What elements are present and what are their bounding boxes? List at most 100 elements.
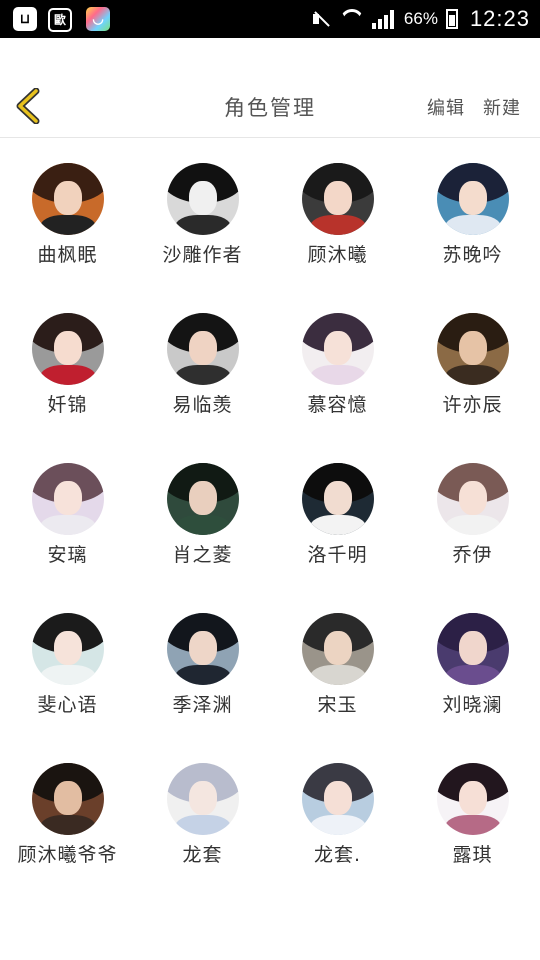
avatar-face	[458, 331, 487, 365]
character-item[interactable]: 顾沐曦爷爷	[0, 738, 135, 888]
clock: 12:23	[469, 6, 530, 31]
avatar-body	[174, 665, 231, 685]
character-item[interactable]: 宋玉	[270, 588, 405, 738]
character-item[interactable]: 安璃	[0, 438, 135, 588]
avatar-face	[53, 781, 82, 815]
character-item[interactable]: 慕容憶	[270, 288, 405, 438]
character-name: 易临羡	[172, 394, 233, 416]
character-avatar[interactable]	[166, 463, 239, 535]
app-store-icon: ◡	[86, 7, 110, 31]
signal-icon	[371, 9, 396, 29]
app-notification-icon: 歐	[48, 8, 72, 32]
character-avatar[interactable]	[166, 613, 239, 685]
battery-icon	[445, 9, 458, 29]
avatar-body	[309, 665, 366, 685]
character-avatar[interactable]	[436, 313, 509, 385]
edit-button[interactable]: 编辑	[427, 94, 465, 120]
avatar-face	[53, 631, 82, 665]
avatar-body	[309, 215, 366, 235]
character-avatar[interactable]	[301, 163, 374, 235]
character-name: 斐心语	[37, 694, 98, 716]
character-item[interactable]: 奷锦	[0, 288, 135, 438]
avatar-face	[188, 481, 217, 515]
avatar-body	[39, 365, 96, 385]
character-avatar[interactable]	[301, 463, 374, 535]
character-item[interactable]: 乔伊	[405, 438, 540, 588]
avatar-body	[444, 515, 501, 535]
character-name: 慕容憶	[307, 394, 368, 416]
character-avatar[interactable]	[166, 763, 239, 835]
character-name: 苏晚吟	[442, 244, 503, 266]
avatar-face	[458, 481, 487, 515]
avatar-body	[309, 515, 366, 535]
character-name: 龙套.	[313, 844, 362, 866]
app-header: 角色管理 编辑 新建	[0, 38, 540, 138]
avatar-face	[323, 481, 352, 515]
character-avatar[interactable]	[166, 313, 239, 385]
character-name: 龙套	[182, 844, 223, 866]
avatar-face	[53, 331, 82, 365]
avatar-face	[53, 481, 82, 515]
avatar-body	[39, 815, 96, 835]
avatar-body	[444, 815, 501, 835]
character-item[interactable]: 斐心语	[0, 588, 135, 738]
avatar-face	[323, 181, 352, 215]
character-avatar[interactable]	[436, 613, 509, 685]
battery-percent: 66%	[403, 9, 438, 28]
character-avatar[interactable]	[31, 313, 104, 385]
character-avatar[interactable]	[301, 763, 374, 835]
character-name: 洛千明	[307, 544, 368, 566]
avatar-face	[188, 181, 217, 215]
character-item[interactable]: 易临羡	[135, 288, 270, 438]
character-name: 刘晓澜	[442, 694, 503, 716]
character-avatar[interactable]	[436, 163, 509, 235]
avatar-face	[323, 631, 352, 665]
avatar-face	[188, 781, 217, 815]
character-item[interactable]: 顾沐曦	[270, 138, 405, 288]
character-name: 许亦辰	[442, 394, 503, 416]
character-item[interactable]: 洛千明	[270, 438, 405, 588]
avatar-face	[53, 181, 82, 215]
character-name: 季泽渊	[172, 694, 233, 716]
character-item[interactable]: 露琪	[405, 738, 540, 888]
character-item[interactable]: 沙雕作者	[135, 138, 270, 288]
avatar-body	[444, 665, 501, 685]
character-item[interactable]: 龙套	[135, 738, 270, 888]
character-avatar[interactable]	[31, 463, 104, 535]
character-item[interactable]: 曲枫眠	[0, 138, 135, 288]
character-name: 安璃	[47, 544, 88, 566]
avatar-face	[188, 331, 217, 365]
avatar-body	[174, 215, 231, 235]
character-item[interactable]: 肖之菱	[135, 438, 270, 588]
avatar-body	[174, 365, 231, 385]
character-name: 乔伊	[452, 544, 493, 566]
status-bar: ⊔ 歐 ◡ 66% 12:23	[0, 0, 540, 38]
character-avatar[interactable]	[436, 463, 509, 535]
character-item[interactable]: 刘晓澜	[405, 588, 540, 738]
avatar-body	[39, 215, 96, 235]
character-item[interactable]: 许亦辰	[405, 288, 540, 438]
character-avatar[interactable]	[301, 313, 374, 385]
character-name: 曲枫眠	[37, 244, 98, 266]
character-item[interactable]: 龙套.	[270, 738, 405, 888]
character-name: 宋玉	[317, 694, 358, 716]
avatar-face	[458, 181, 487, 215]
character-avatar[interactable]	[31, 163, 104, 235]
avatar-face	[458, 781, 487, 815]
character-item[interactable]: 季泽渊	[135, 588, 270, 738]
avatar-face	[188, 631, 217, 665]
character-item[interactable]: 苏晚吟	[405, 138, 540, 288]
avatar-body	[444, 365, 501, 385]
avatar-body	[444, 215, 501, 235]
character-avatar[interactable]	[31, 763, 104, 835]
character-avatar[interactable]	[436, 763, 509, 835]
character-name: 顾沐曦爷爷	[17, 844, 118, 866]
character-avatar[interactable]	[301, 613, 374, 685]
new-button[interactable]: 新建	[483, 94, 521, 120]
mute-icon	[310, 8, 332, 30]
character-avatar[interactable]	[166, 163, 239, 235]
avatar-face	[458, 631, 487, 665]
character-name: 顾沐曦	[307, 244, 368, 266]
character-avatar[interactable]	[31, 613, 104, 685]
avatar-face	[323, 331, 352, 365]
